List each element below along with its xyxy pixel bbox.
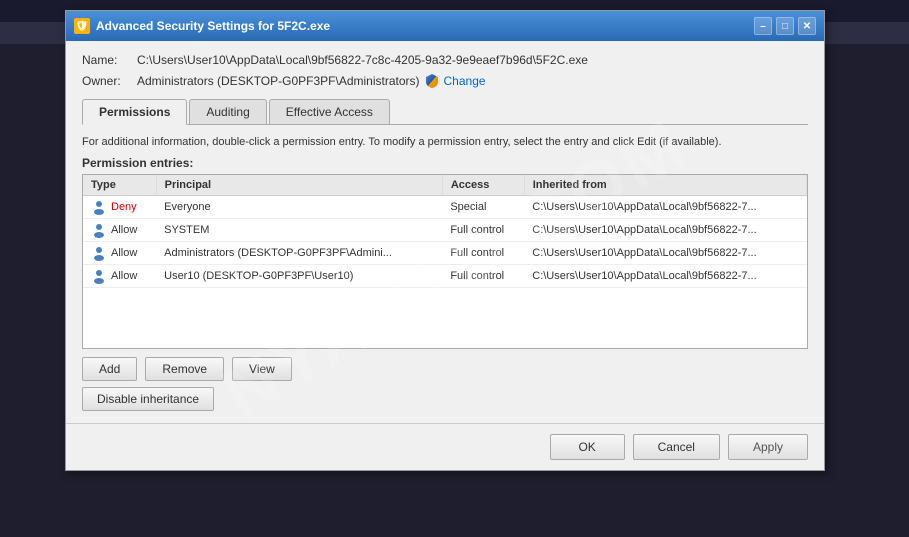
cell-principal: User10 (DESKTOP-G0PF3PF\User10): [156, 265, 442, 288]
close-button[interactable]: ✕: [798, 17, 816, 35]
minimize-button[interactable]: –: [754, 17, 772, 35]
col-type: Type: [83, 175, 156, 196]
instructions-text: For additional information, double-click…: [82, 135, 808, 150]
title-bar: 🛡 Advanced Security Settings for 5F2C.ex…: [66, 11, 824, 41]
owner-value: Administrators (DESKTOP-G0PF3PF\Administ…: [137, 74, 420, 88]
cell-access: Full control: [442, 242, 524, 265]
user-icon: [91, 245, 107, 261]
cell-type: Allow: [83, 265, 156, 288]
change-link[interactable]: Change: [444, 74, 486, 88]
dialog-title: Advanced Security Settings for 5F2C.exe: [96, 19, 330, 33]
add-button[interactable]: Add: [82, 357, 137, 381]
tab-effective-access[interactable]: Effective Access: [269, 99, 390, 124]
cell-type: Deny: [83, 196, 156, 219]
cell-inherited: C:\Users\User10\AppData\Local\9bf56822-7…: [524, 265, 806, 288]
advanced-security-dialog: 🛡 Advanced Security Settings for 5F2C.ex…: [65, 10, 825, 471]
user-icon: [91, 222, 107, 238]
user-icon: [91, 199, 107, 215]
table-row[interactable]: Allow SYSTEM Full control C:\Users\User1…: [83, 219, 807, 242]
cell-principal: Administrators (DESKTOP-G0PF3PF\Admini..…: [156, 242, 442, 265]
table-body: Deny Everyone Special C:\Users\User10\Ap…: [83, 196, 807, 288]
cell-access: Full control: [442, 219, 524, 242]
view-button[interactable]: View: [232, 357, 292, 381]
col-inherited: Inherited from: [524, 175, 806, 196]
cell-inherited: C:\Users\User10\AppData\Local\9bf56822-7…: [524, 242, 806, 265]
cell-type: Allow: [83, 219, 156, 242]
ok-button[interactable]: OK: [550, 434, 625, 460]
table-row[interactable]: Allow Administrators (DESKTOP-G0PF3PF\Ad…: [83, 242, 807, 265]
tab-auditing[interactable]: Auditing: [189, 99, 266, 124]
table-row[interactable]: Deny Everyone Special C:\Users\User10\Ap…: [83, 196, 807, 219]
permission-table: Type Principal Access Inherited from Den…: [83, 175, 807, 288]
table-header: Type Principal Access Inherited from: [83, 175, 807, 196]
apply-button[interactable]: Apply: [728, 434, 808, 460]
cancel-button[interactable]: Cancel: [633, 434, 720, 460]
cell-principal: Everyone: [156, 196, 442, 219]
owner-row: Owner: Administrators (DESKTOP-G0PF3PF\A…: [82, 73, 808, 89]
dialog-icon: 🛡: [74, 18, 90, 34]
name-value: C:\Users\User10\AppData\Local\9bf56822-7…: [137, 53, 588, 67]
user-icon: [91, 268, 107, 284]
tabs-container: Permissions Auditing Effective Access: [82, 99, 808, 125]
dialog-footer: OK Cancel Apply: [66, 423, 824, 470]
cell-principal: SYSTEM: [156, 219, 442, 242]
remove-button[interactable]: Remove: [145, 357, 224, 381]
cell-inherited: C:\Users\User10\AppData\Local\9bf56822-7…: [524, 196, 806, 219]
table-row[interactable]: Allow User10 (DESKTOP-G0PF3PF\User10) Fu…: [83, 265, 807, 288]
cell-inherited: C:\Users\User10\AppData\Local\9bf56822-7…: [524, 219, 806, 242]
cell-access: Special: [442, 196, 524, 219]
col-principal: Principal: [156, 175, 442, 196]
permission-table-container[interactable]: Type Principal Access Inherited from Den…: [82, 174, 808, 349]
shield-uac-icon: [424, 73, 440, 89]
section-label: Permission entries:: [82, 156, 808, 170]
restore-button[interactable]: □: [776, 17, 794, 35]
col-access: Access: [442, 175, 524, 196]
name-label: Name:: [82, 53, 137, 67]
cell-type: Allow: [83, 242, 156, 265]
shield-icon: 🛡: [76, 21, 89, 32]
dialog-content: Name: C:\Users\User10\AppData\Local\9bf5…: [66, 41, 824, 423]
tab-permissions[interactable]: Permissions: [82, 99, 187, 125]
disable-inheritance-button[interactable]: Disable inheritance: [82, 387, 214, 411]
owner-label: Owner:: [82, 74, 137, 88]
title-bar-left: 🛡 Advanced Security Settings for 5F2C.ex…: [74, 18, 330, 34]
action-buttons-row: Add Remove View: [82, 357, 808, 381]
name-row: Name: C:\Users\User10\AppData\Local\9bf5…: [82, 53, 808, 67]
cell-access: Full control: [442, 265, 524, 288]
title-bar-controls[interactable]: – □ ✕: [754, 17, 816, 35]
